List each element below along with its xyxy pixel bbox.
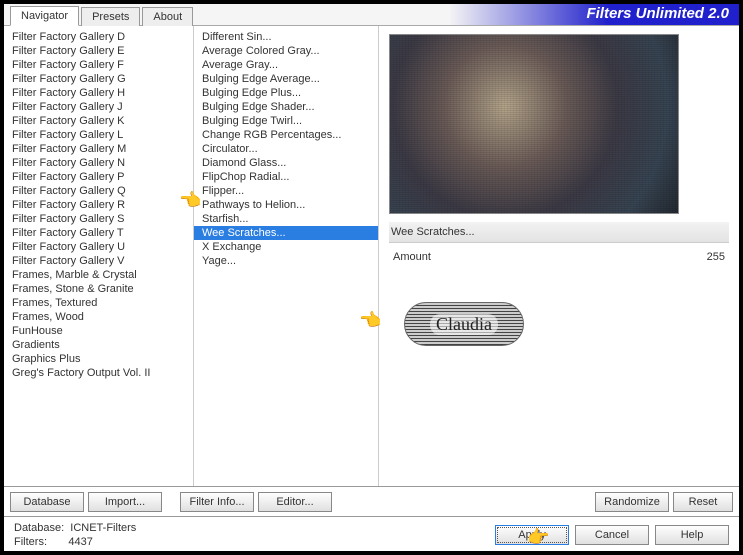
filter-item[interactable]: Different Sin... xyxy=(194,30,378,44)
nav-item[interactable]: Filter Factory Gallery K xyxy=(4,114,193,128)
editor-button[interactable]: Editor... xyxy=(258,492,332,512)
nav-item[interactable]: Filter Factory Gallery F xyxy=(4,58,193,72)
nav-item[interactable]: Frames, Stone & Granite xyxy=(4,282,193,296)
nav-item[interactable]: Filter Factory Gallery D xyxy=(4,30,193,44)
filter-item[interactable]: Bulging Edge Shader... xyxy=(194,100,378,114)
nav-item[interactable]: Filter Factory Gallery E xyxy=(4,44,193,58)
app-title: Filters Unlimited 2.0 xyxy=(586,5,729,22)
filter-item[interactable]: Wee Scratches... xyxy=(194,226,378,240)
filter-item[interactable]: Starfish... xyxy=(194,212,378,226)
filter-item[interactable]: Yage... xyxy=(194,254,378,268)
filter-item[interactable]: Bulging Edge Average... xyxy=(194,72,378,86)
tab-about[interactable]: About xyxy=(142,7,193,26)
tab-navigator[interactable]: Navigator xyxy=(10,6,79,26)
filter-item[interactable]: Flipper... xyxy=(194,184,378,198)
filter-info-button[interactable]: Filter Info... xyxy=(180,492,254,512)
nav-item[interactable]: Filter Factory Gallery L xyxy=(4,128,193,142)
reset-button[interactable]: Reset xyxy=(673,492,733,512)
filter-list[interactable]: Different Sin...Average Colored Gray...A… xyxy=(194,26,378,486)
cancel-button[interactable]: Cancel xyxy=(575,525,649,545)
filter-item[interactable]: Bulging Edge Plus... xyxy=(194,86,378,100)
nav-item[interactable]: Frames, Textured xyxy=(4,296,193,310)
nav-item[interactable]: Filter Factory Gallery G xyxy=(4,72,193,86)
nav-item[interactable]: Filter Factory Gallery T xyxy=(4,226,193,240)
navigator-list[interactable]: Filter Factory Gallery DFilter Factory G… xyxy=(4,26,193,486)
nav-item[interactable]: Filter Factory Gallery N xyxy=(4,156,193,170)
nav-item[interactable]: Frames, Marble & Crystal xyxy=(4,268,193,282)
apply-button[interactable]: Apply xyxy=(495,525,569,545)
filter-item[interactable]: Diamond Glass... xyxy=(194,156,378,170)
filters-label: Filters: xyxy=(14,536,47,548)
nav-item[interactable]: Filter Factory Gallery J xyxy=(4,100,193,114)
nav-item[interactable]: Gradients xyxy=(4,338,193,352)
filter-item[interactable]: Average Colored Gray... xyxy=(194,44,378,58)
db-value: ICNET-Filters xyxy=(70,522,136,534)
nav-item[interactable]: Filter Factory Gallery Q xyxy=(4,184,193,198)
nav-item[interactable]: Filter Factory Gallery S xyxy=(4,212,193,226)
filter-item[interactable]: X Exchange xyxy=(194,240,378,254)
filter-item[interactable]: FlipChop Radial... xyxy=(194,170,378,184)
filter-item[interactable]: Circulator... xyxy=(194,142,378,156)
nav-item[interactable]: Frames, Wood xyxy=(4,310,193,324)
nav-item[interactable]: Greg's Factory Output Vol. II xyxy=(4,366,193,380)
randomize-button[interactable]: Randomize xyxy=(595,492,669,512)
nav-item[interactable]: Filter Factory Gallery H xyxy=(4,86,193,100)
import-button[interactable]: Import... xyxy=(88,492,162,512)
selected-filter-label: Wee Scratches... xyxy=(389,222,729,243)
filter-item[interactable]: Change RGB Percentages... xyxy=(194,128,378,142)
nav-item[interactable]: Filter Factory Gallery P xyxy=(4,170,193,184)
param-value: 255 xyxy=(707,251,725,263)
database-button[interactable]: Database xyxy=(10,492,84,512)
nav-item[interactable]: Filter Factory Gallery U xyxy=(4,240,193,254)
filters-count: 4437 xyxy=(68,536,92,548)
nav-item[interactable]: Graphics Plus xyxy=(4,352,193,366)
filter-item[interactable]: Average Gray... xyxy=(194,58,378,72)
filter-item[interactable]: Bulging Edge Twirl... xyxy=(194,114,378,128)
nav-item[interactable]: Filter Factory Gallery R xyxy=(4,198,193,212)
tab-presets[interactable]: Presets xyxy=(81,7,140,26)
nav-item[interactable]: Filter Factory Gallery M xyxy=(4,142,193,156)
watermark-badge: Claudia xyxy=(404,302,524,346)
param-label: Amount xyxy=(393,251,431,263)
preview-image xyxy=(389,34,679,214)
help-button[interactable]: Help xyxy=(655,525,729,545)
nav-item[interactable]: Filter Factory Gallery V xyxy=(4,254,193,268)
db-label: Database: xyxy=(14,522,64,534)
nav-item[interactable]: FunHouse xyxy=(4,324,193,338)
filter-item[interactable]: Pathways to Helion... xyxy=(194,198,378,212)
